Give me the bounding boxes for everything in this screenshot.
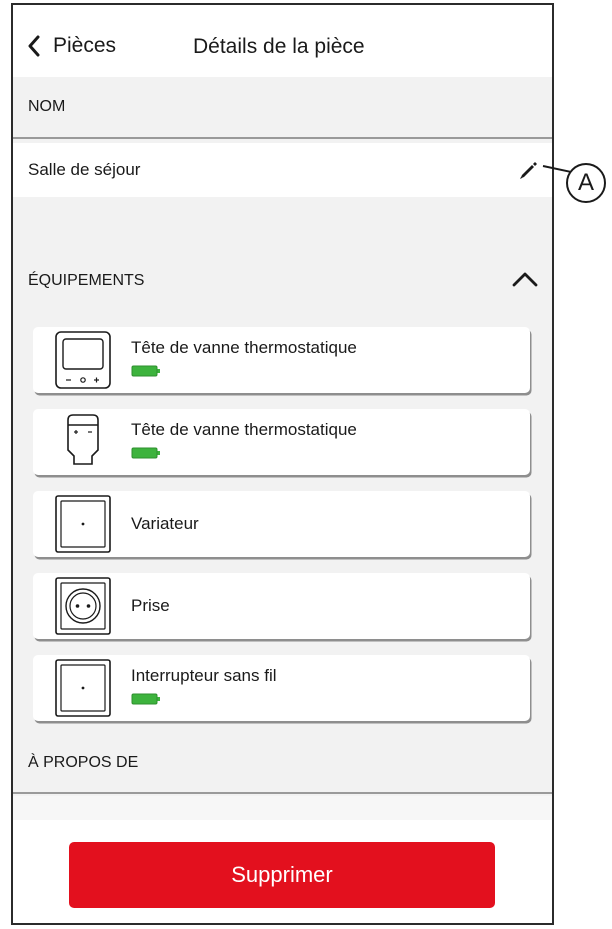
wireless-switch-icon — [55, 659, 111, 717]
phone-screen: Pièces Détails de la pièce NOM Salle de … — [11, 3, 554, 925]
name-section-header: NOM — [13, 77, 552, 139]
thermostat-display-icon — [55, 331, 111, 389]
about-section-label: À PROPOS DE — [28, 754, 139, 771]
page-title: Détails de la pièce — [193, 35, 365, 58]
device-card-wireless-switch[interactable]: Interrupteur sans fil — [33, 655, 530, 721]
equipment-section-header[interactable]: ÉQUIPEMENTS — [13, 251, 552, 313]
equipment-section-label: ÉQUIPEMENTS — [28, 272, 145, 289]
device-name: Prise — [131, 596, 170, 615]
room-name-row: Salle de séjour — [13, 143, 552, 197]
chevron-left-icon — [28, 35, 40, 57]
footer: Supprimer — [13, 820, 552, 923]
room-name-value: Salle de séjour — [28, 160, 141, 179]
back-button[interactable]: Pièces — [27, 34, 116, 58]
device-card-socket[interactable]: Prise — [33, 573, 530, 639]
device-card-thermostatic-valve-1[interactable]: Tête de vanne thermostatique — [33, 327, 530, 393]
about-section-header[interactable]: À PROPOS DE — [13, 734, 552, 794]
device-name: Interrupteur sans fil — [131, 666, 277, 685]
device-name: Variateur — [131, 514, 199, 533]
socket-outlet-icon — [55, 577, 111, 635]
about-section-body — [13, 796, 552, 820]
device-name: Tête de vanne thermostatique — [131, 338, 357, 357]
battery-full-icon — [131, 365, 160, 377]
device-card-dimmer[interactable]: Variateur — [33, 491, 530, 557]
battery-full-icon — [131, 693, 160, 705]
name-section-label: NOM — [28, 98, 66, 115]
back-label: Pièces — [53, 34, 117, 57]
callout-letter: A — [577, 169, 594, 196]
radiator-valve-icon — [67, 414, 99, 465]
device-card-thermostatic-valve-2[interactable]: Tête de vanne thermostatique — [33, 409, 530, 475]
dimmer-switch-icon — [55, 495, 111, 553]
equipment-list: Tête de vanne thermostatique Tête de van… — [13, 311, 552, 731]
callout-marker: A — [566, 163, 606, 203]
delete-button[interactable]: Supprimer — [69, 842, 495, 908]
header-bar: Pièces Détails de la pièce — [13, 5, 552, 77]
device-name: Tête de vanne thermostatique — [131, 420, 357, 439]
pencil-edit-icon[interactable] — [516, 158, 540, 182]
chevron-up-icon[interactable] — [512, 271, 538, 287]
battery-full-icon — [131, 447, 160, 459]
